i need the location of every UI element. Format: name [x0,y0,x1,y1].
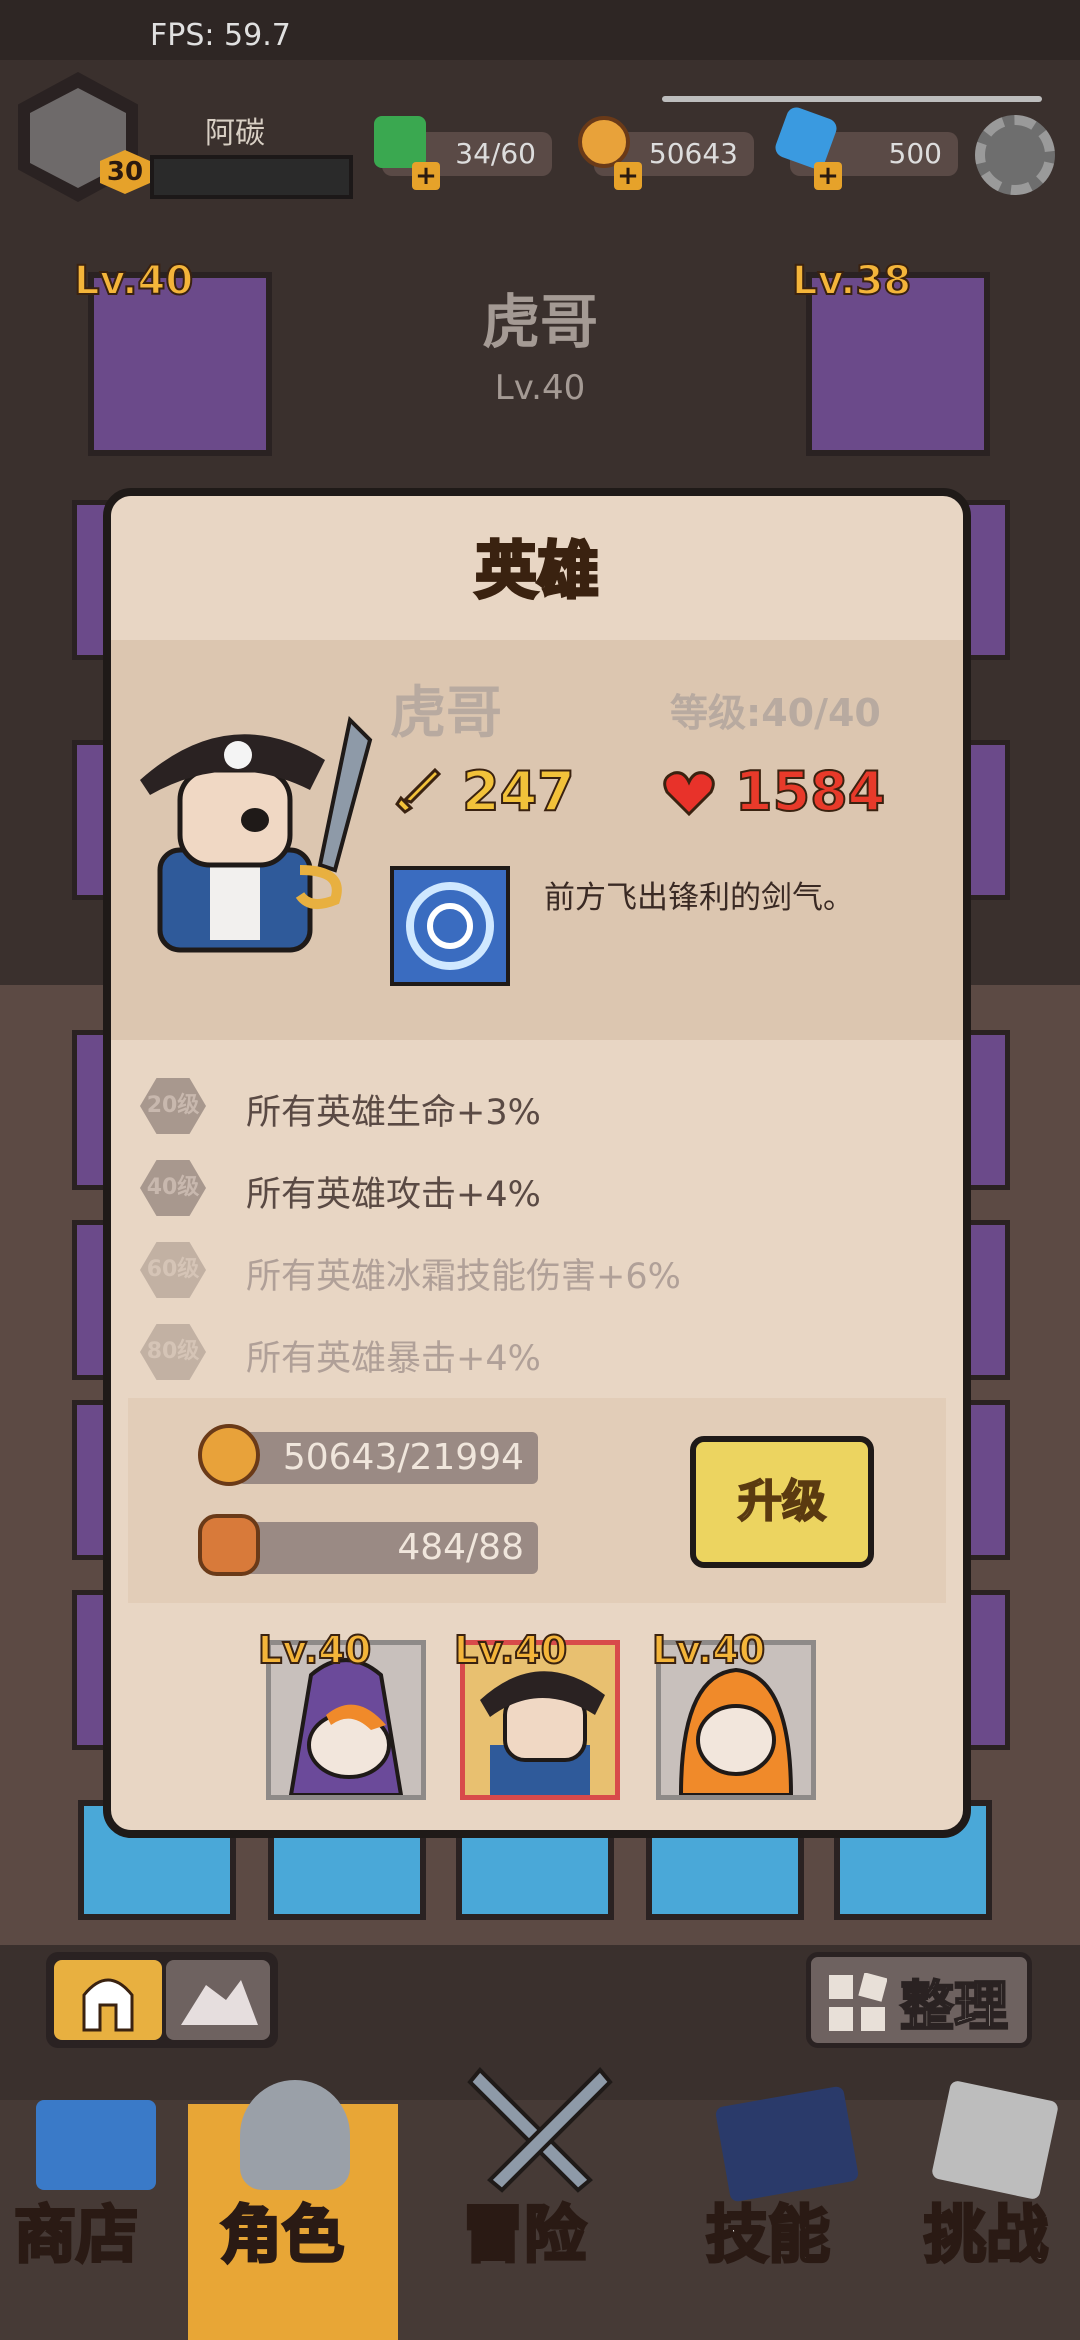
bonus-text: 所有英雄冰霜技能伤害+6% [246,1257,681,1297]
team-hero-level: Lv.40 [651,1627,766,1673]
equip-slot-bow-level: Lv.40 [73,257,194,305]
hp-heart-icon [663,771,715,817]
crossed-swords-icon [467,2067,613,2193]
settings-gear-icon[interactable] [975,115,1055,195]
team-hero-level: Lv.40 [257,1627,372,1673]
skill-description: 前方飞出锋利的剑气。 [544,880,854,916]
toggle-rock-tab[interactable] [166,1960,270,2040]
dialog-hero-level: 等级:40/40 [670,691,881,735]
sort-label: 整理 [899,1974,1009,2039]
player-xp-bar [150,155,353,199]
token-cost-bar: 484/88 [238,1522,538,1574]
nav-character[interactable]: 角色 [218,2184,345,2274]
player-name: 阿碳 [205,116,265,151]
gold-add-button[interactable]: + [614,162,642,190]
bonus-text: 所有英雄暴击+4% [246,1339,541,1379]
attack-value: 247 [461,759,576,824]
dialog-hero-name: 虎哥 [390,681,502,746]
nav-adventure[interactable]: 冒险 [460,2184,587,2274]
skill-sword-wave-icon[interactable] [390,866,510,986]
top-progress-line [662,96,1042,102]
upgrade-token-icon [198,1514,260,1576]
nav-challenge[interactable]: 挑战 [922,2184,1049,2274]
upgrade-button[interactable]: 升级 [690,1436,874,1568]
dialog-title: 英雄 [473,533,600,609]
fps-counter: FPS: 59.7 [150,18,291,53]
shop-icon [36,2100,156,2190]
toggle-helmet-tab[interactable] [54,1960,162,2040]
equip-slot-mushroom-level: Lv.38 [791,257,912,305]
attack-sword-icon [395,767,442,814]
hero-portrait-pirate [140,715,373,953]
hp-value: 1584 [734,759,886,824]
nav-skills[interactable]: 技能 [704,2184,831,2274]
bonus-text: 所有英雄生命+3% [246,1093,541,1133]
nav-shop[interactable]: 商店 [12,2184,139,2274]
bonus-text: 所有英雄攻击+4% [246,1175,541,1215]
gold-cost-bar: 50643/21994 [238,1432,538,1484]
showcase-hero-name: 虎哥 [481,288,598,356]
showcase-hero-level: Lv.40 [494,368,586,408]
helmet-icon [240,2080,350,2190]
team-hero-level: Lv.40 [453,1627,568,1673]
gold-coin-icon [198,1424,260,1486]
energy-add-button[interactable]: + [412,162,440,190]
sort-grid-icon [829,1973,887,2031]
gem-add-button[interactable]: + [814,162,842,190]
